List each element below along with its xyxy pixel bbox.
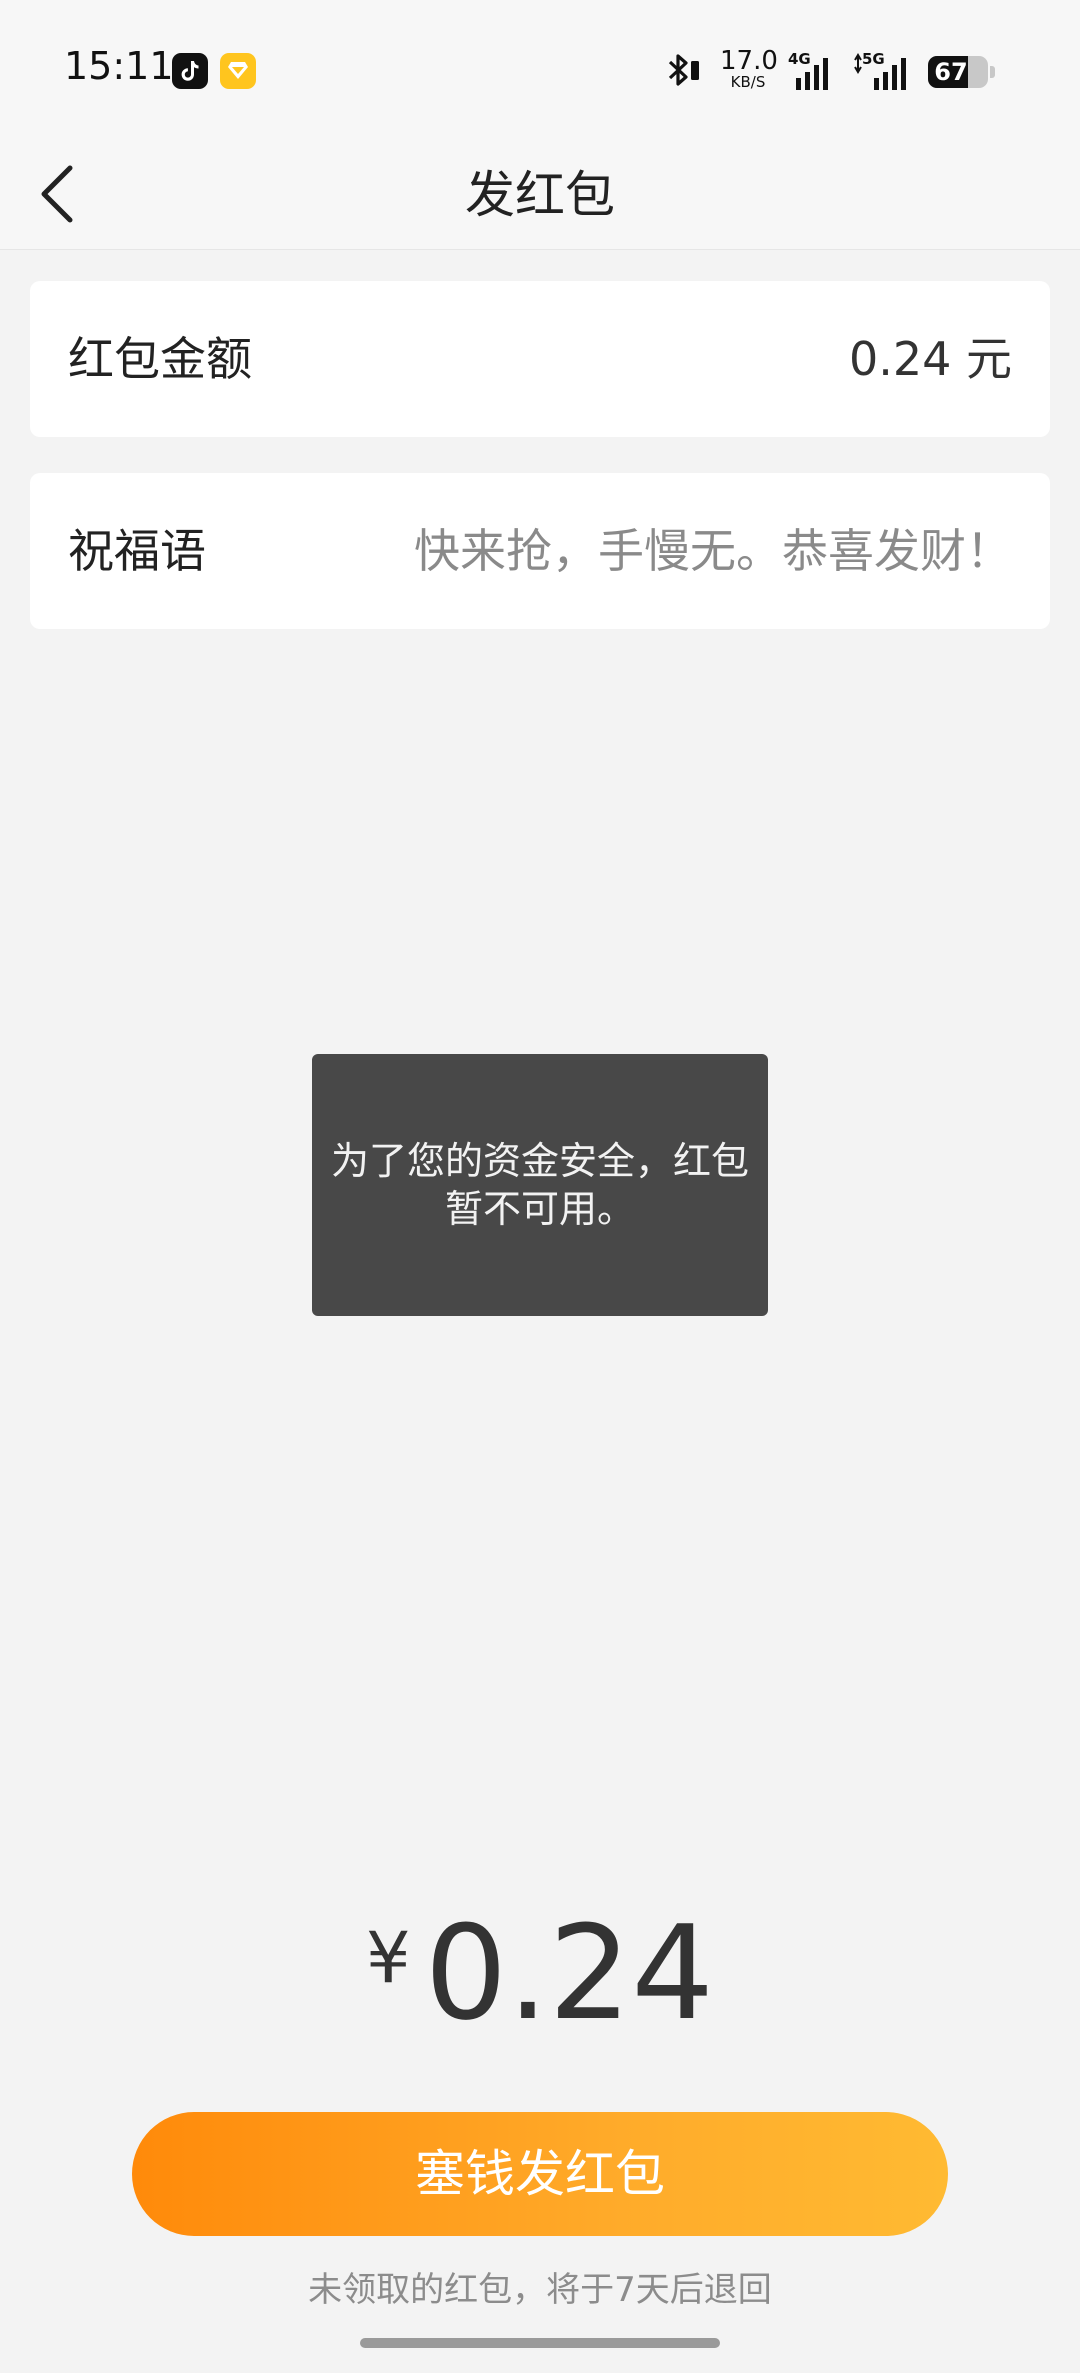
battery-level: 67 <box>934 58 968 86</box>
total-amount-value: 0.24 <box>424 1897 714 2049</box>
page-title: 发红包 <box>465 166 615 224</box>
refund-note: 未领取的红包，将于7天后退回 <box>308 2270 772 2310</box>
network-speed: 17.0 KB/S <box>720 46 778 91</box>
status-bar: 15:11 17.0 KB/S 4G 5G 67 <box>0 0 1080 140</box>
signal-5g-icon <box>852 50 914 96</box>
nav-bar: 发红包 <box>0 140 1080 250</box>
tiktok-icon <box>172 53 208 89</box>
network-speed-value: 17.0 <box>720 46 778 76</box>
amount-value[interactable]: 0.24 元 <box>849 281 1012 437</box>
back-button[interactable] <box>30 150 110 240</box>
home-indicator[interactable] <box>360 2338 720 2348</box>
chevron-left-icon <box>41 165 73 223</box>
bluetooth-icon <box>664 50 704 100</box>
greeting-input[interactable]: 快来抢，手慢无。恭喜发财！ <box>414 473 1012 629</box>
yellow-diamond-icon <box>220 53 256 89</box>
toast-message: 为了您的资金安全，红包暂不可用。 <box>330 1139 749 1231</box>
network-speed-unit: KB/S <box>730 73 766 91</box>
signal-icon <box>790 50 836 96</box>
toast: 为了您的资金安全，红包暂不可用。 <box>312 1054 768 1316</box>
status-time: 15:11 <box>64 44 174 88</box>
battery-icon: 67 <box>928 56 988 88</box>
greeting-label: 祝福语 <box>68 524 206 578</box>
amount-label: 红包金额 <box>68 332 252 386</box>
battery-cap <box>990 66 995 78</box>
currency-symbol: ¥ <box>366 1917 411 1999</box>
submit-button[interactable]: 塞钱发红包 <box>132 2112 948 2236</box>
greeting-row[interactable]: 祝福语 快来抢，手慢无。恭喜发财！ <box>30 473 1050 629</box>
amount-row[interactable]: 红包金额 0.24 元 <box>30 281 1050 437</box>
total-amount: ¥0.24 <box>0 1898 1080 2048</box>
